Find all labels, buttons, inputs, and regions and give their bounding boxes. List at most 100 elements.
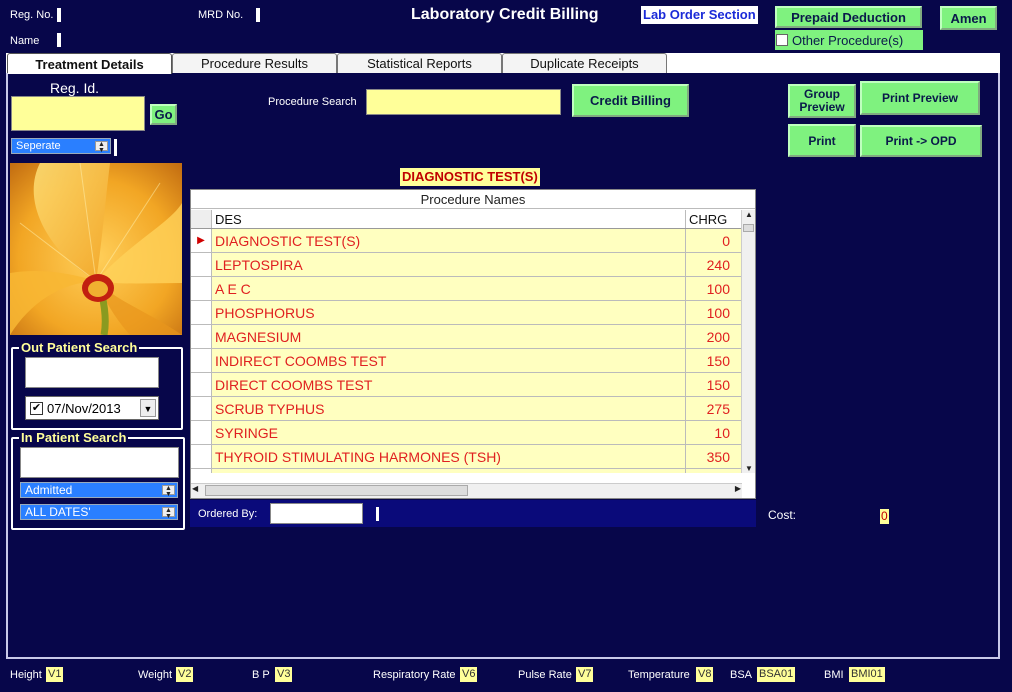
cell-des[interactable]: A E C [212, 277, 686, 300]
scroll-right-icon[interactable]: ▶ [735, 484, 741, 493]
table-row[interactable]: DIRECT COOMBS TEST 150 [191, 373, 742, 397]
table-row[interactable]: ▶ DIAGNOSTIC TEST(S) 0 [191, 229, 742, 253]
tab-statistical-reports[interactable]: Statistical Reports [337, 53, 502, 73]
cell-chrg[interactable]: 200 [686, 325, 742, 348]
procedure-grid[interactable]: Procedure Names DES CHRG ▶ DIAGNOSTIC TES… [190, 189, 756, 499]
print-opd-button[interactable]: Print -> OPD [860, 125, 982, 157]
row-selector[interactable] [191, 253, 212, 276]
page-title: Laboratory Credit Billing [411, 6, 599, 23]
height-label: Height [10, 669, 42, 681]
cell-chrg[interactable]: 275 [686, 397, 742, 420]
grid-rows: ▶ DIAGNOSTIC TEST(S) 0 LEPTOSPIRA 240 A E C 10… [191, 229, 742, 473]
date-dropdown-icon[interactable]: ▼ [140, 399, 156, 417]
cell-chrg[interactable]: 75 [686, 469, 742, 473]
cell-chrg[interactable]: 150 [686, 373, 742, 396]
cell-des[interactable]: DIAGNOSTIC TEST(S) [212, 229, 686, 252]
user-button[interactable]: Amen [940, 6, 997, 30]
table-row[interactable]: THYROID STIMULATING HARMONES (TSH) 350 [191, 445, 742, 469]
grid-vertical-scrollbar[interactable]: ▲ ▼ [741, 210, 755, 473]
cell-des[interactable]: PHOSPHORUS [212, 301, 686, 324]
tab-duplicate-receipts[interactable]: Duplicate Receipts [502, 53, 667, 73]
bsa-label: BSA [730, 669, 753, 681]
table-row[interactable]: SCRUB TYPHUS 275 [191, 397, 742, 421]
status-select[interactable]: Admitted ▲ ▼ [20, 482, 178, 498]
cell-chrg[interactable]: 100 [686, 277, 742, 300]
table-row[interactable]: PHOSPHORUS 100 [191, 301, 742, 325]
row-selector[interactable] [191, 349, 212, 372]
cell-chrg[interactable]: 0 [686, 229, 742, 252]
cell-chrg[interactable]: 240 [686, 253, 742, 276]
row-selector[interactable] [191, 397, 212, 420]
other-procedure-option[interactable]: Other Procedure(s) [775, 30, 923, 50]
cell-chrg[interactable]: 100 [686, 301, 742, 324]
print-preview-button[interactable]: Print Preview [860, 81, 980, 115]
respiratory-rate-label: Respiratory Rate [373, 669, 456, 681]
column-chrg[interactable]: CHRG [686, 210, 742, 228]
mode-select[interactable]: Seperate ▲ ▼ [11, 138, 111, 154]
cell-des[interactable]: INDIRECT COOMBS TEST [212, 349, 686, 372]
procedure-search-label: Procedure Search [268, 96, 357, 108]
prepaid-deduction-button[interactable]: Prepaid Deduction [775, 6, 922, 28]
row-selector[interactable] [191, 469, 212, 473]
selected-procedure-title: DIAGNOSTIC TEST(S) [400, 168, 540, 186]
ordered-by-input[interactable] [270, 503, 363, 524]
row-selector[interactable] [191, 325, 212, 348]
reg-no-field[interactable] [57, 8, 61, 22]
dates-value: ALL DATES' [25, 505, 91, 519]
temperature-label: Temperature [628, 669, 690, 681]
grid-header: DES CHRG [191, 210, 742, 229]
row-selector[interactable] [191, 373, 212, 396]
date-checkbox-icon[interactable]: ✔ [30, 401, 43, 415]
row-selector[interactable] [191, 277, 212, 300]
out-patient-search-input[interactable] [25, 357, 159, 388]
date-picker[interactable]: ✔ 07/Nov/2013 ▼ [25, 396, 159, 420]
table-row[interactable]: A E C 100 [191, 277, 742, 301]
reg-id-input[interactable] [11, 96, 145, 131]
mrd-no-field[interactable] [256, 8, 260, 22]
vertical-scroll-thumb[interactable] [743, 224, 754, 232]
status-spin-icon[interactable]: ▲ ▼ [162, 485, 175, 498]
cell-des[interactable]: MAGNESIUM [212, 325, 686, 348]
group-preview-button[interactable]: Group Preview [788, 84, 856, 118]
in-patient-search-input[interactable] [20, 447, 179, 478]
cell-chrg[interactable]: 350 [686, 445, 742, 468]
cell-des[interactable]: SYRINGE [212, 421, 686, 444]
dates-select[interactable]: ALL DATES' ▲ ▼ [20, 504, 178, 520]
section-badge: Lab Order Section [641, 6, 758, 24]
table-row[interactable]: INDIRECT COOMBS TEST 150 [191, 349, 742, 373]
cell-des[interactable]: SCRUB TYPHUS [212, 397, 686, 420]
cell-chrg[interactable]: 10 [686, 421, 742, 444]
horizontal-scroll-thumb[interactable] [205, 485, 468, 496]
cell-des[interactable]: DIRECT COOMBS TEST [212, 373, 686, 396]
dates-spin-icon[interactable]: ▲ ▼ [162, 507, 175, 520]
tab-procedure-results[interactable]: Procedure Results [172, 53, 337, 73]
scroll-down-icon[interactable]: ▼ [742, 464, 756, 473]
credit-billing-button[interactable]: Credit Billing [572, 84, 689, 117]
bmi-label: BMI [824, 669, 844, 681]
grid-horizontal-scrollbar[interactable]: ◀ ▶ [191, 483, 742, 498]
cell-des[interactable]: HIV (ICTC) [212, 469, 686, 473]
cell-des[interactable]: LEPTOSPIRA [212, 253, 686, 276]
name-field[interactable] [57, 33, 61, 47]
cell-chrg[interactable]: 150 [686, 349, 742, 372]
go-button[interactable]: Go [150, 104, 177, 125]
table-row[interactable]: SYRINGE 10 [191, 421, 742, 445]
tab-treatment-details[interactable]: Treatment Details [7, 53, 172, 74]
scroll-up-icon[interactable]: ▲ [742, 210, 756, 219]
date-value: 07/Nov/2013 [47, 400, 121, 416]
table-row[interactable]: MAGNESIUM 200 [191, 325, 742, 349]
current-row-indicator-icon[interactable]: ▶ [191, 229, 212, 252]
row-selector[interactable] [191, 301, 212, 324]
row-selector[interactable] [191, 421, 212, 444]
row-selector[interactable] [191, 445, 212, 468]
other-procedure-checkbox[interactable] [776, 34, 788, 46]
table-row[interactable]: HIV (ICTC)75 [191, 469, 742, 473]
scroll-left-icon[interactable]: ◀ [192, 484, 198, 493]
cell-des[interactable]: THYROID STIMULATING HARMONES (TSH) [212, 445, 686, 468]
print-button[interactable]: Print [788, 124, 856, 157]
cost-label: Cost: [768, 508, 797, 522]
procedure-search-input[interactable] [366, 89, 561, 115]
column-des[interactable]: DES [212, 210, 686, 228]
mode-spin-icon[interactable]: ▲ ▼ [95, 141, 108, 154]
table-row[interactable]: LEPTOSPIRA 240 [191, 253, 742, 277]
